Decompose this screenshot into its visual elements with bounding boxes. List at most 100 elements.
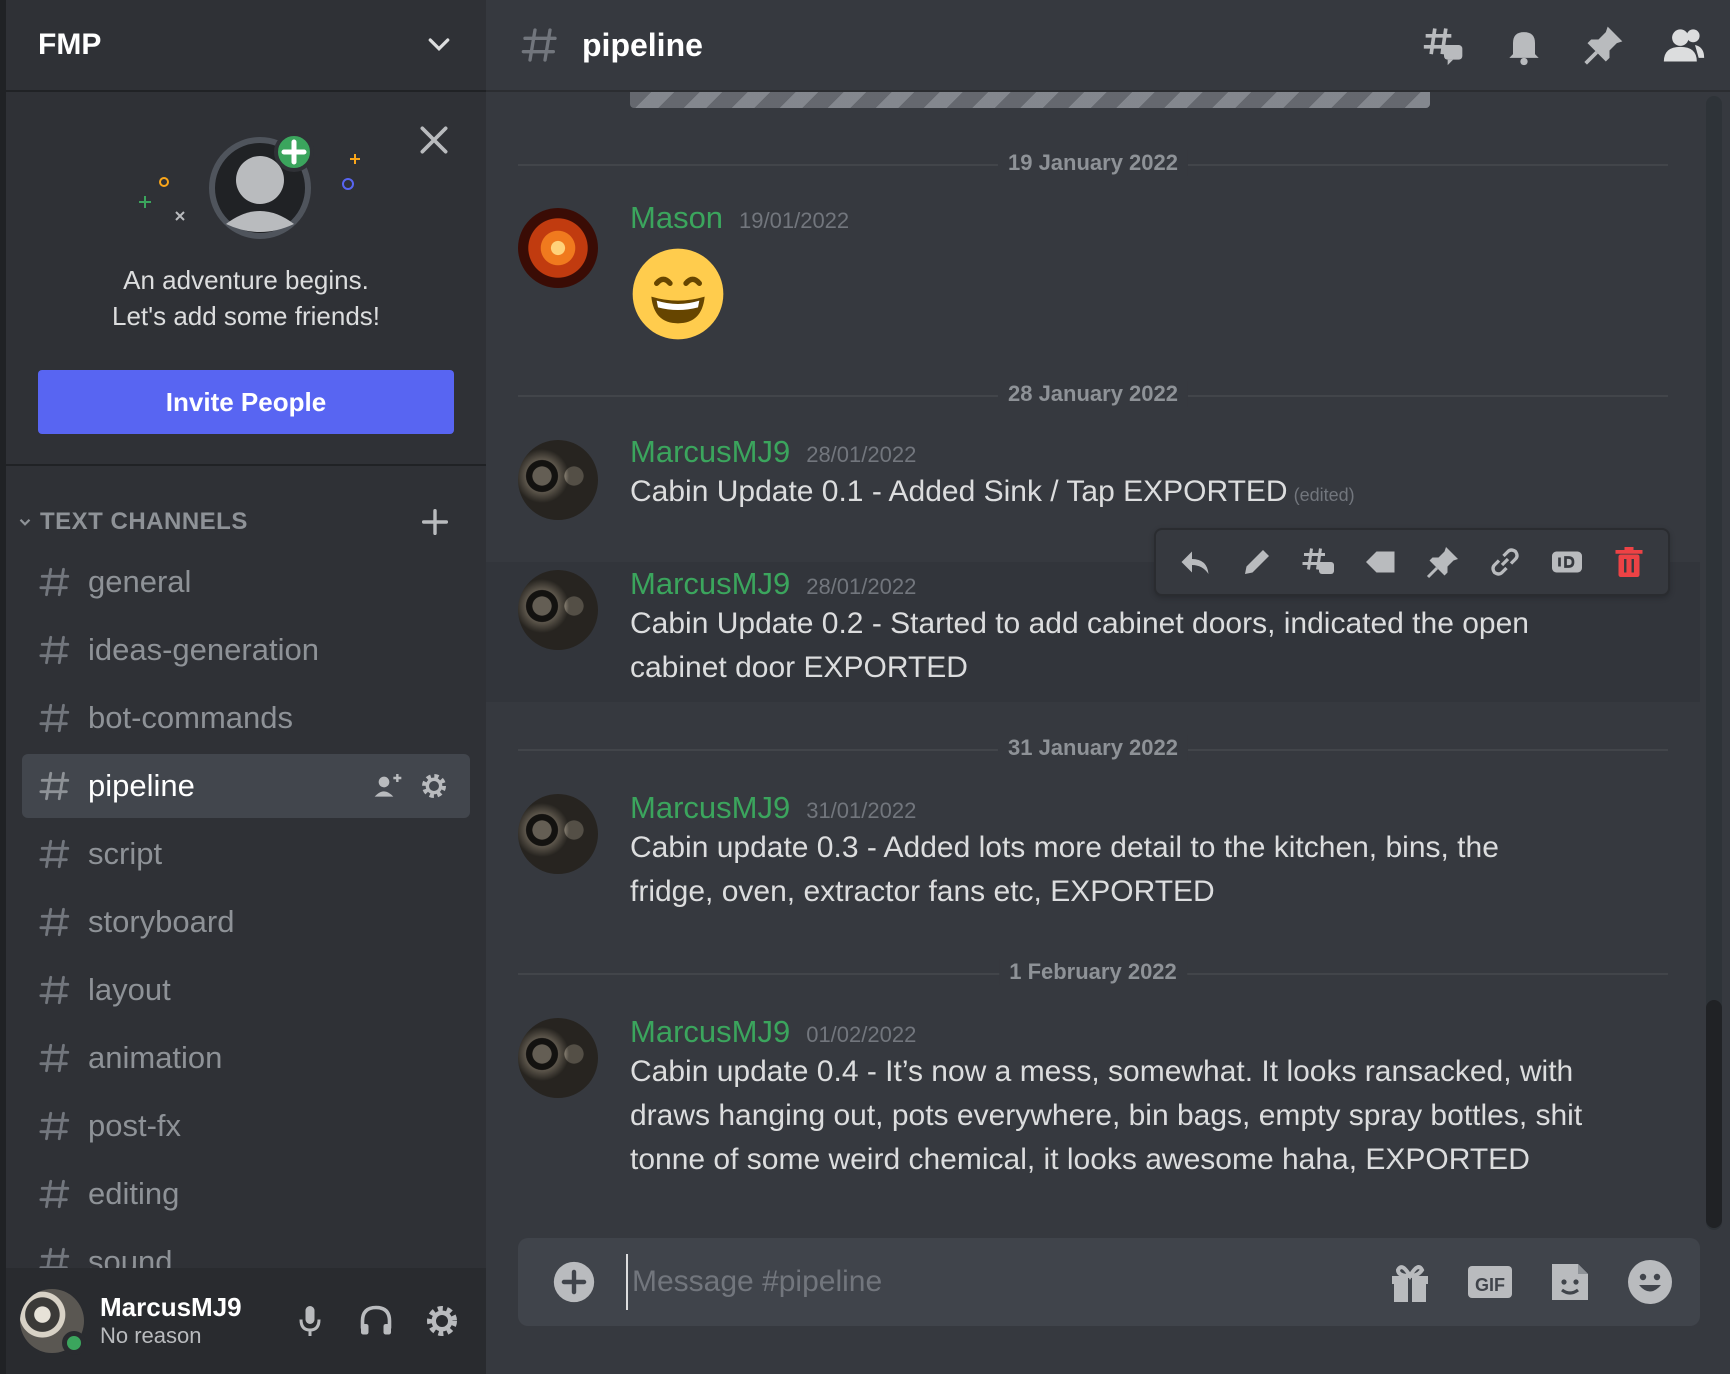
copy-id-icon[interactable]: [1549, 544, 1585, 580]
category-text-channels[interactable]: TEXT CHANNELS: [6, 500, 486, 544]
channel-label: bot-commands: [88, 700, 294, 735]
bell-icon[interactable]: [1502, 23, 1546, 67]
gear-icon[interactable]: [418, 770, 450, 802]
channel-label: general: [88, 564, 192, 599]
message-timestamp: 31/01/2022: [806, 798, 917, 823]
hashtag-icon: [39, 1179, 70, 1209]
chat-area: pipeline 19 January 2022 Mason 19/01/202…: [486, 0, 1730, 1374]
channel-list: general ideas-generation bot-commands pi…: [22, 550, 470, 1298]
microphone-icon[interactable]: [292, 1303, 328, 1339]
channel-post-fx[interactable]: post-fx: [22, 1094, 470, 1158]
edited-label: (edited): [1293, 485, 1355, 505]
gif-icon[interactable]: GIF: [1466, 1258, 1514, 1306]
message-author[interactable]: MarcusMJ9: [630, 1014, 790, 1050]
channel-label: editing: [88, 1176, 180, 1211]
pin-message-icon[interactable]: [1425, 544, 1461, 580]
channel-label: ideas-generation: [88, 632, 319, 667]
date-divider-label: 1 February 2022: [999, 959, 1187, 985]
message-author[interactable]: Mason: [630, 200, 723, 236]
reply-icon[interactable]: [1177, 544, 1213, 580]
message-timestamp: 28/01/2022: [806, 442, 917, 467]
invite-card: An adventure begins. Let's add some frie…: [6, 94, 486, 466]
channel-editing[interactable]: editing: [22, 1162, 470, 1226]
hashtag-icon: [39, 839, 70, 869]
message-author[interactable]: MarcusMJ9: [630, 790, 790, 826]
date-divider-label: 19 January 2022: [997, 150, 1189, 176]
channel-animation[interactable]: animation: [22, 1026, 470, 1090]
hashtag-icon: [39, 1043, 70, 1073]
grinning-face-emoji-icon[interactable]: [630, 246, 726, 342]
gift-icon[interactable]: [1386, 1258, 1434, 1306]
message: MarcusMJ9 31/01/2022 Cabin update 0.3 - …: [486, 790, 1700, 930]
chevron-down-icon: [19, 518, 31, 526]
avatar[interactable]: [518, 570, 598, 650]
message-actions-toolbar: [1154, 528, 1670, 596]
date-divider-label: 31 January 2022: [997, 735, 1189, 761]
pin-icon[interactable]: [1582, 23, 1626, 67]
user-settings-gear-icon[interactable]: [424, 1303, 460, 1339]
avatar[interactable]: [20, 1289, 86, 1355]
hashtag-icon: [521, 28, 557, 62]
channel-general[interactable]: general: [22, 550, 470, 614]
svg-text:GIF: GIF: [1475, 1275, 1505, 1295]
avatar[interactable]: [518, 440, 598, 520]
channel-storyboard[interactable]: storyboard: [22, 890, 470, 954]
mark-unread-icon[interactable]: [1363, 544, 1399, 580]
server-header[interactable]: FMP: [6, 0, 486, 92]
channel-header: pipeline: [486, 0, 1730, 92]
channel-script[interactable]: script: [22, 822, 470, 886]
channel-label: pipeline: [88, 768, 195, 803]
hashtag-icon: [39, 703, 70, 733]
message-author[interactable]: MarcusMJ9: [630, 566, 790, 602]
online-status-indicator: [62, 1331, 86, 1355]
hashtag-icon: [39, 635, 70, 665]
emoji-picker-icon[interactable]: [1626, 1258, 1674, 1306]
message-text: Cabin update 0.3 - Added lots more detai…: [630, 831, 1499, 908]
headphones-icon[interactable]: [358, 1303, 394, 1339]
create-thread-icon[interactable]: [1301, 544, 1337, 580]
copy-link-icon[interactable]: [1487, 544, 1523, 580]
avatar[interactable]: [518, 794, 598, 874]
hashtag-icon: [39, 975, 70, 1005]
create-invite-icon[interactable]: [372, 770, 404, 802]
members-icon[interactable]: [1662, 23, 1706, 67]
channel-label: animation: [88, 1040, 223, 1075]
invite-line-2: Let's add some friends!: [112, 301, 380, 331]
date-divider-label: 28 January 2022: [997, 381, 1189, 407]
channel-layout[interactable]: layout: [22, 958, 470, 1022]
threads-icon[interactable]: [1422, 23, 1466, 67]
hashtag-icon: [39, 907, 70, 937]
avatar[interactable]: [518, 208, 598, 288]
hashtag-icon: [39, 567, 70, 597]
date-divider: 19 January 2022: [518, 150, 1668, 176]
sticker-icon[interactable]: [1546, 1258, 1594, 1306]
channel-pipeline[interactable]: pipeline: [22, 754, 470, 818]
chevron-down-icon[interactable]: [424, 30, 454, 60]
close-icon[interactable]: [414, 120, 454, 160]
date-divider: 31 January 2022: [518, 735, 1668, 761]
channel-ideas-generation[interactable]: ideas-generation: [22, 618, 470, 682]
edit-pencil-icon[interactable]: [1239, 544, 1275, 580]
date-divider: 1 February 2022: [518, 959, 1668, 985]
scrollbar-thumb[interactable]: [1706, 1000, 1722, 1228]
message-input[interactable]: [626, 1254, 1386, 1310]
channel-bot-commands[interactable]: bot-commands: [22, 686, 470, 750]
add-attachment-icon[interactable]: [552, 1260, 596, 1304]
message: Mason 19/01/2022: [486, 200, 1700, 350]
custom-status: No reason: [100, 1323, 202, 1348]
message-author[interactable]: MarcusMJ9: [630, 434, 790, 470]
add-channel-icon[interactable]: [418, 505, 452, 539]
hashtag-icon: [39, 771, 70, 801]
channel-sidebar: FMP An adventure begins. Let's add some …: [0, 0, 486, 1374]
user-panel: MarcusMJ9 No reason: [6, 1268, 486, 1374]
message: MarcusMJ9 28/01/2022 Cabin Update 0.1 - …: [486, 434, 1700, 534]
invite-line-1: An adventure begins.: [123, 265, 369, 295]
username: MarcusMJ9: [100, 1292, 242, 1322]
channel-label: script: [88, 836, 163, 871]
delete-trash-icon[interactable]: [1611, 544, 1647, 580]
channel-label: storyboard: [88, 904, 235, 939]
channel-label: layout: [88, 972, 171, 1007]
invite-people-button[interactable]: Invite People: [38, 370, 454, 434]
avatar[interactable]: [518, 1018, 598, 1098]
message-text: Cabin Update 0.2 - Started to add cabine…: [630, 607, 1529, 684]
